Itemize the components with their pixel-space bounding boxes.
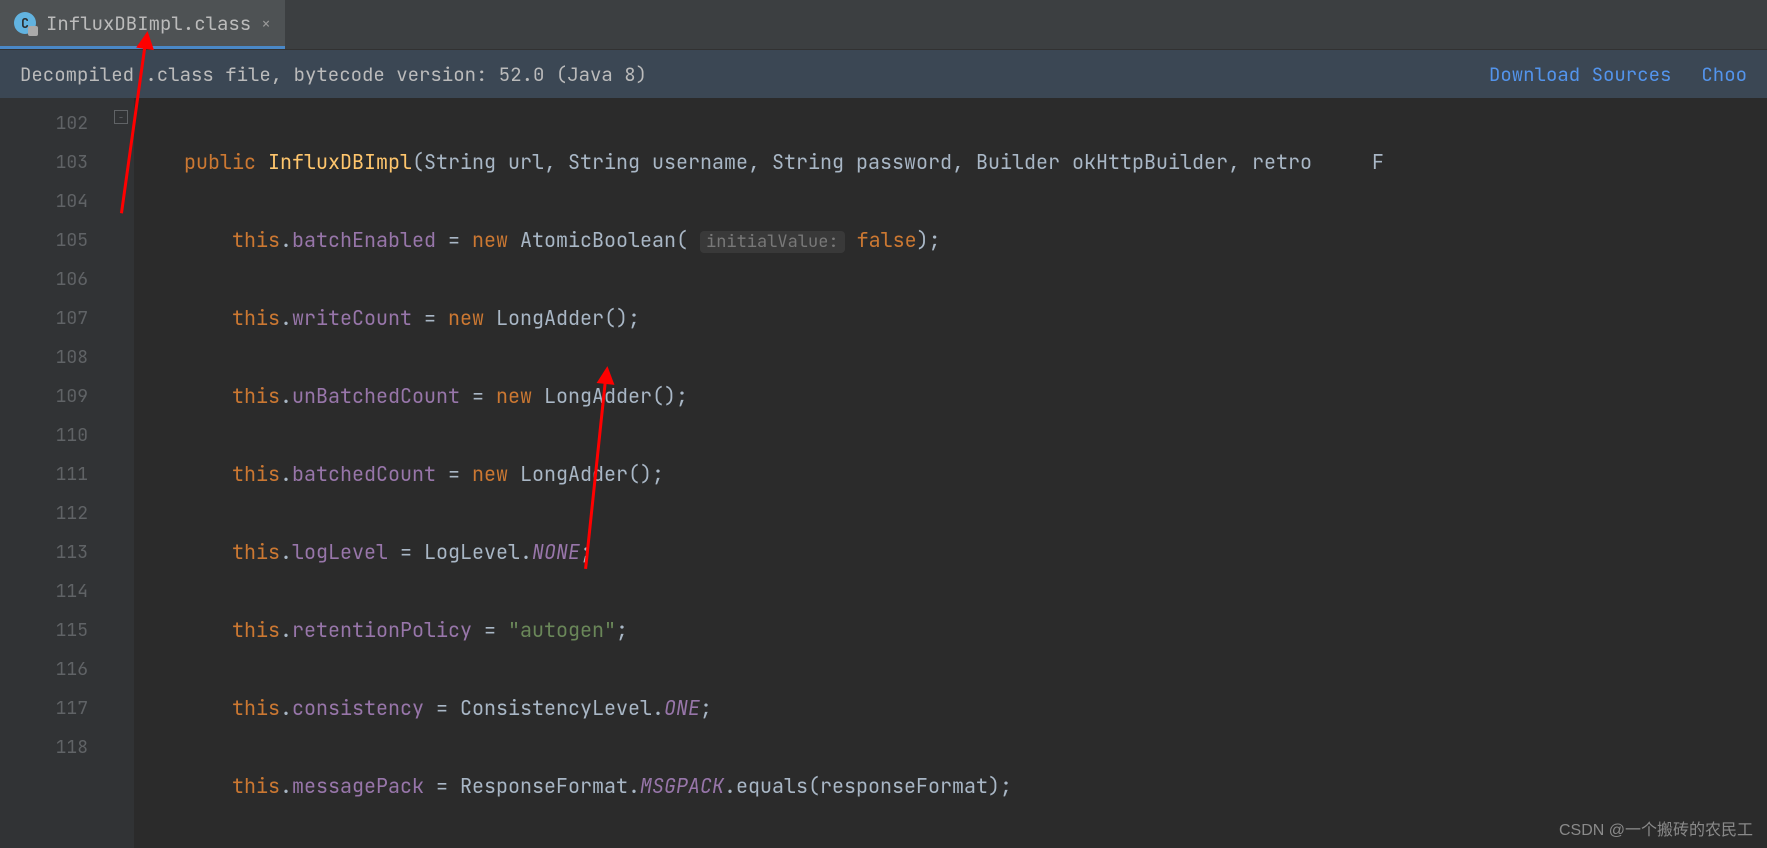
code-line: this.logLevel = LogLevel.NONE;	[134, 533, 1767, 572]
line-number: 117	[0, 689, 88, 728]
download-sources-link[interactable]: Download Sources	[1489, 62, 1671, 87]
line-number: 106	[0, 260, 88, 299]
decompile-info-bar: Decompiled .class file, bytecode version…	[0, 50, 1767, 98]
line-number: 104	[0, 182, 88, 221]
code-line: this.batchEnabled = new AtomicBoolean( i…	[134, 221, 1767, 260]
code-line: this.consistency = ConsistencyLevel.ONE;	[134, 689, 1767, 728]
decompile-message: Decompiled .class file, bytecode version…	[20, 62, 647, 87]
code-line: this.batchedCount = new LongAdder();	[134, 455, 1767, 494]
code-editor[interactable]: 102 103 104 105 106 107 108 109 110 111 …	[0, 98, 1767, 848]
choose-sources-link[interactable]: Choo	[1701, 62, 1747, 87]
line-number: 105	[0, 221, 88, 260]
line-number: 108	[0, 338, 88, 377]
line-number: 107	[0, 299, 88, 338]
line-number: 103	[0, 143, 88, 182]
line-number: 115	[0, 611, 88, 650]
tab-bar: C InfluxDBImpl.class ×	[0, 0, 1767, 50]
line-number: 113	[0, 533, 88, 572]
line-number: 111	[0, 455, 88, 494]
code-line: this.messagePack = ResponseFormat.MSGPAC…	[134, 767, 1767, 806]
code-area[interactable]: public InfluxDBImpl(String url, String u…	[134, 98, 1767, 848]
line-number: 116	[0, 650, 88, 689]
fold-toggle-icon[interactable]: −	[114, 110, 128, 124]
class-file-icon: C	[14, 12, 36, 34]
code-line: this.unBatchedCount = new LongAdder();	[134, 377, 1767, 416]
line-number: 114	[0, 572, 88, 611]
line-number: 109	[0, 377, 88, 416]
line-gutter: 102 103 104 105 106 107 108 109 110 111 …	[0, 98, 110, 848]
code-line: this.writeCount = new LongAdder();	[134, 299, 1767, 338]
line-number: 102	[0, 104, 88, 143]
line-number: 110	[0, 416, 88, 455]
info-links: Download Sources Choo	[1489, 62, 1747, 87]
line-number: 112	[0, 494, 88, 533]
code-line: public InfluxDBImpl(String url, String u…	[134, 143, 1767, 182]
code-line: this.retentionPolicy = "autogen";	[134, 611, 1767, 650]
close-icon[interactable]: ×	[261, 13, 271, 34]
line-number: 118	[0, 728, 88, 767]
watermark: CSDN @一个搬砖的农民工	[1559, 816, 1753, 840]
